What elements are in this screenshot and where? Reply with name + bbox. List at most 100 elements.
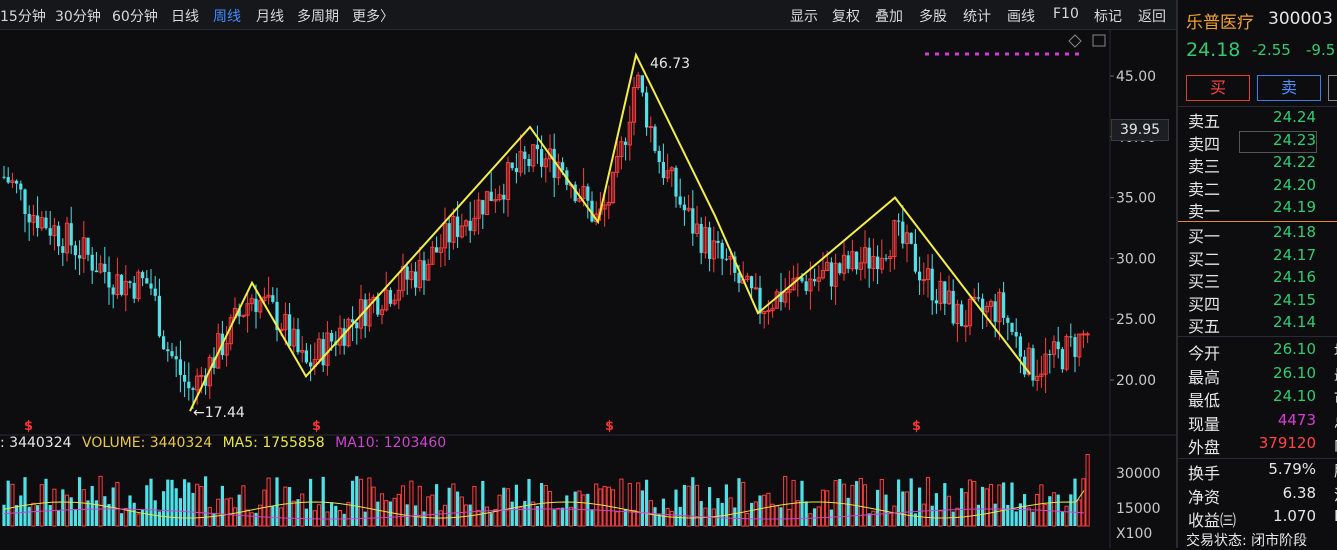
more-trade-button[interactable] xyxy=(1328,75,1337,101)
period-monthly[interactable]: 月线 xyxy=(256,6,284,26)
period-weekly[interactable]: 周线 xyxy=(213,6,241,26)
volume-bar-up xyxy=(556,507,561,527)
dividend-marker[interactable]: $ xyxy=(605,419,614,434)
price-tick-label: 30.00 xyxy=(1116,251,1156,267)
bids-row: 买一 24.18 xyxy=(1188,223,1337,246)
candle-body-down xyxy=(388,290,392,304)
dividend-marker[interactable]: $ xyxy=(24,419,33,434)
quote-panel: 乐普医疗 300003 24.18 -2.55 -9.5 买 卖 卖五 24.24… xyxy=(1176,0,1337,549)
price-change: -2.55 xyxy=(1252,41,1291,59)
f10-button[interactable]: F10 xyxy=(1053,6,1079,22)
candle-body-down xyxy=(624,141,628,145)
volume-bar-up xyxy=(371,486,376,527)
candle-body-down xyxy=(191,388,195,390)
stats-row: 今开26.10块 xyxy=(1188,340,1337,363)
volume-bar-up xyxy=(850,484,855,527)
volume-bar-down xyxy=(909,478,913,526)
volume-bar-down xyxy=(447,487,451,526)
row-label: 买一 xyxy=(1188,227,1221,246)
chart-area[interactable]: 45.0040.0035.0030.0025.0020.0046.73←17.4… xyxy=(0,30,1176,548)
back-button[interactable]: 返回 xyxy=(1138,6,1166,26)
candle-body-down xyxy=(699,223,703,253)
stats-row: 现量4473总 xyxy=(1188,411,1337,434)
volume-bar-up xyxy=(337,509,343,527)
mark-button[interactable]: 标记 xyxy=(1094,6,1122,26)
diamond-icon[interactable] xyxy=(1068,34,1082,48)
volume-bar-up xyxy=(98,475,103,527)
volume-bar-down xyxy=(103,496,107,526)
candle-body-down xyxy=(1014,332,1018,337)
volume-bar-up xyxy=(841,483,847,527)
candle-body-down xyxy=(288,314,292,347)
volume-bar-up xyxy=(232,507,238,527)
volume-bar-up xyxy=(300,493,305,527)
candle-body-down xyxy=(884,258,888,260)
volume-bar-down xyxy=(934,493,938,526)
price-tick-label: 45.00 xyxy=(1116,69,1156,85)
dividend-marker[interactable]: $ xyxy=(312,419,321,434)
volume-bar-down xyxy=(157,511,161,526)
volume-bar-up xyxy=(879,478,884,527)
volume-bar-down xyxy=(481,480,485,526)
multi-stock-button[interactable]: 多股 xyxy=(919,6,947,26)
dividend-marker[interactable]: $ xyxy=(912,419,921,434)
volume-bar-up xyxy=(972,481,977,527)
draw-line-button[interactable]: 画线 xyxy=(1007,6,1035,26)
candle-body-down xyxy=(103,263,107,272)
selected-ask-box xyxy=(1239,131,1317,153)
volume-bar-down xyxy=(682,484,686,526)
volume-bar-up xyxy=(871,510,876,527)
volume-bar-up xyxy=(31,502,36,527)
sell-button[interactable]: 卖 xyxy=(1257,75,1321,101)
candle-body-up xyxy=(648,126,653,129)
row-label: 今开 xyxy=(1188,344,1221,363)
candle-body-down xyxy=(447,223,451,243)
volume-bar-down xyxy=(48,505,52,526)
candle-body-down xyxy=(1069,336,1073,338)
volume-bar-up xyxy=(39,484,44,527)
period-15min[interactable]: 15分钟 xyxy=(0,6,46,26)
row-value: 24.18 xyxy=(1273,223,1316,241)
volume-bar-down xyxy=(187,482,191,526)
volume-bar-down xyxy=(111,487,115,526)
volume-bar-up xyxy=(505,488,511,527)
volume-bar-up xyxy=(451,483,456,527)
period-daily[interactable]: 日线 xyxy=(171,6,199,26)
candle-body-down xyxy=(674,167,678,197)
volume-bar-up xyxy=(241,485,246,527)
overlay-button[interactable]: 叠加 xyxy=(875,6,903,26)
volume-bar-up xyxy=(81,489,86,527)
period-60min[interactable]: 60分钟 xyxy=(112,6,158,26)
kline-chart[interactable]: 45.0040.0035.0030.0025.0020.0046.73←17.4… xyxy=(0,30,1176,548)
period-more[interactable]: 更多〉 xyxy=(352,6,394,26)
statistics-button[interactable]: 统计 xyxy=(963,6,991,26)
display-button[interactable]: 显示 xyxy=(790,6,818,26)
period-30min[interactable]: 30分钟 xyxy=(55,6,101,26)
candle-body-down xyxy=(909,232,913,244)
volume-bar-down xyxy=(15,505,19,526)
buy-button[interactable]: 买 xyxy=(1186,75,1250,101)
volume-bar-down xyxy=(901,491,905,526)
volume-bar-down xyxy=(212,513,216,526)
volume-bar-up xyxy=(64,494,70,527)
volume-bar-up xyxy=(279,507,284,527)
candle-body-down xyxy=(166,349,170,352)
volume-bar-up xyxy=(291,500,296,527)
candle-body-down xyxy=(178,359,182,375)
adjust-button[interactable]: 复权 xyxy=(832,6,860,26)
volume-bar-down xyxy=(166,479,170,526)
volume-bar-down xyxy=(661,498,665,526)
period-multi[interactable]: 多周期 xyxy=(297,6,339,26)
volume-bar-down xyxy=(334,505,338,526)
price-tick-label: 35.00 xyxy=(1116,191,1156,207)
volume-legend-prefix: : 3440324 xyxy=(0,435,72,451)
candle-body-down xyxy=(720,242,724,259)
candle-body-down xyxy=(141,272,145,279)
candle-body-down xyxy=(960,304,964,327)
volume-bar-up xyxy=(825,490,830,527)
volume-bar-down xyxy=(1014,511,1018,526)
volume-bar-down xyxy=(330,502,334,526)
panel-toggle-icon[interactable] xyxy=(1092,34,1106,47)
volume-bar-down xyxy=(951,511,955,526)
asks-row: 卖五 24.24 xyxy=(1188,108,1337,131)
